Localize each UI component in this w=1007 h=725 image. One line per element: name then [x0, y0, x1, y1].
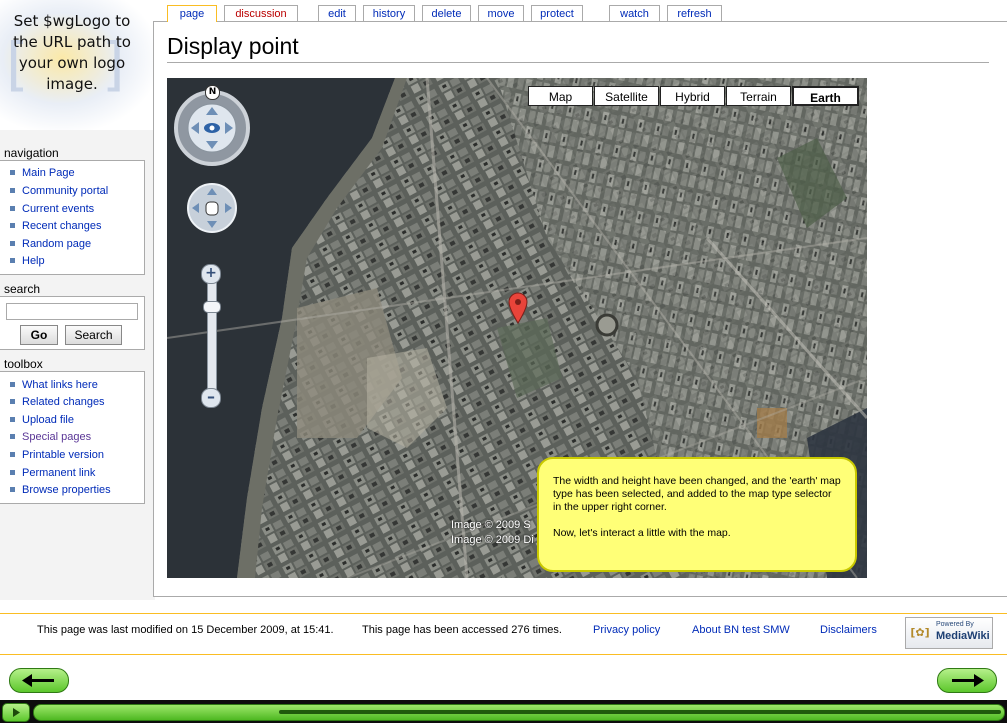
nav-current-events[interactable]: Current events: [10, 203, 94, 215]
play-icon: [13, 708, 20, 717]
toolbox-portlet: What links here Related changes Upload f…: [0, 371, 145, 504]
tab-refresh[interactable]: refresh: [667, 5, 722, 21]
tab-page[interactable]: page: [167, 5, 217, 22]
tab-discussion[interactable]: discussion: [224, 5, 298, 21]
tutorial-callout: The width and height have been changed, …: [537, 457, 857, 572]
nav-main-page[interactable]: Main Page: [10, 167, 75, 179]
tab-edit[interactable]: edit: [318, 5, 356, 21]
zoom-thumb[interactable]: [203, 301, 221, 313]
about-link[interactable]: About BN test SMW: [692, 624, 790, 636]
logo-placeholder-text: Set $wgLogo to the URL path to your own …: [13, 12, 131, 93]
arrow-left-icon: [22, 674, 54, 687]
north-indicator: N: [205, 85, 220, 100]
navigation-portlet: Main Page Community portal Current event…: [0, 160, 145, 275]
toolbox-special-pages[interactable]: Special pages: [10, 431, 91, 443]
toolbox-printable-version[interactable]: Printable version: [10, 449, 104, 461]
disclaimers-link[interactable]: Disclaimers: [820, 624, 877, 636]
maptype-map-button[interactable]: Map: [528, 86, 593, 106]
maptype-satellite-button[interactable]: Satellite: [594, 86, 659, 106]
next-slide-button[interactable]: [937, 668, 997, 693]
title-divider: [167, 62, 989, 63]
pan-hand-icon[interactable]: [186, 182, 238, 234]
bullet-icon: [10, 240, 15, 246]
callout-paragraph-2: Now, let's interact a little with the ma…: [553, 527, 731, 539]
callout-paragraph-1: The width and height have been changed, …: [553, 475, 841, 513]
tab-protect[interactable]: protect: [531, 5, 583, 21]
toolbox-related-changes[interactable]: Related changes: [10, 396, 105, 408]
bullet-icon: [10, 416, 15, 422]
tab-history[interactable]: history: [363, 5, 415, 21]
map-copyright: Image © 2009 S Image © 2009 Di: [451, 519, 534, 546]
bullet-icon: [10, 169, 15, 175]
site-logo[interactable]: [ ] Set $wgLogo to the URL path to your …: [0, 0, 155, 130]
search-heading: search: [4, 282, 41, 296]
toolbox-what-links-here[interactable]: What links here: [10, 379, 98, 391]
bullet-icon: [10, 205, 15, 211]
mediawiki-flower-icon: [✿]: [910, 626, 930, 639]
progress-track[interactable]: [33, 704, 1005, 721]
bullet-icon: [10, 398, 15, 404]
play-button[interactable]: [2, 703, 30, 722]
previous-slide-button[interactable]: [9, 668, 69, 693]
bullet-icon: [10, 381, 15, 387]
nav-recent-changes[interactable]: Recent changes: [10, 220, 102, 232]
map-marker-icon[interactable]: [507, 292, 529, 324]
tab-watch[interactable]: watch: [609, 5, 660, 21]
accessed-count-text: This page has been accessed 276 times.: [362, 624, 562, 636]
bullet-icon: [10, 187, 15, 193]
powered-by-mediawiki-badge[interactable]: [✿] Powered By MediaWiki: [905, 617, 993, 649]
bullet-icon: [10, 451, 15, 457]
bullet-icon: [10, 433, 15, 439]
toolbox-upload-file[interactable]: Upload file: [10, 414, 74, 426]
nav-help[interactable]: Help: [10, 255, 45, 267]
maptype-terrain-button[interactable]: Terrain: [726, 86, 791, 106]
bullet-icon: [10, 469, 15, 475]
zoom-track: [207, 274, 217, 400]
toolbox-heading: toolbox: [4, 357, 43, 371]
maptype-earth-button[interactable]: Earth: [792, 86, 859, 106]
toolbox-browse-properties[interactable]: Browse properties: [10, 484, 111, 496]
last-modified-text: This page was last modified on 15 Decemb…: [37, 624, 334, 636]
zoom-in-button[interactable]: +: [201, 264, 221, 284]
page-title: Display point: [167, 33, 299, 59]
playback-bar: [0, 700, 1007, 723]
search-input[interactable]: [6, 303, 138, 320]
toolbox-permanent-link[interactable]: Permanent link: [10, 467, 95, 479]
nav-community-portal[interactable]: Community portal: [10, 185, 108, 197]
tab-move[interactable]: move: [478, 5, 524, 21]
page-footer: This page was last modified on 15 Decemb…: [0, 613, 1007, 655]
search-portlet: Go Search: [0, 296, 145, 350]
progress-fill: [279, 710, 1001, 714]
navigation-heading: navigation: [4, 146, 59, 160]
go-button[interactable]: Go: [20, 325, 58, 345]
search-button[interactable]: Search: [65, 325, 122, 345]
zoom-out-button[interactable]: –: [201, 388, 221, 408]
compass-control[interactable]: N: [173, 85, 251, 166]
bullet-icon: [10, 486, 15, 492]
privacy-policy-link[interactable]: Privacy policy: [593, 624, 660, 636]
bullet-icon: [10, 257, 15, 263]
zoom-slider[interactable]: + –: [201, 264, 221, 408]
bullet-icon: [10, 222, 15, 228]
arrow-right-icon: [952, 674, 984, 687]
maptype-hybrid-button[interactable]: Hybrid: [660, 86, 725, 106]
nav-random-page[interactable]: Random page: [10, 238, 91, 250]
tab-delete[interactable]: delete: [422, 5, 471, 21]
